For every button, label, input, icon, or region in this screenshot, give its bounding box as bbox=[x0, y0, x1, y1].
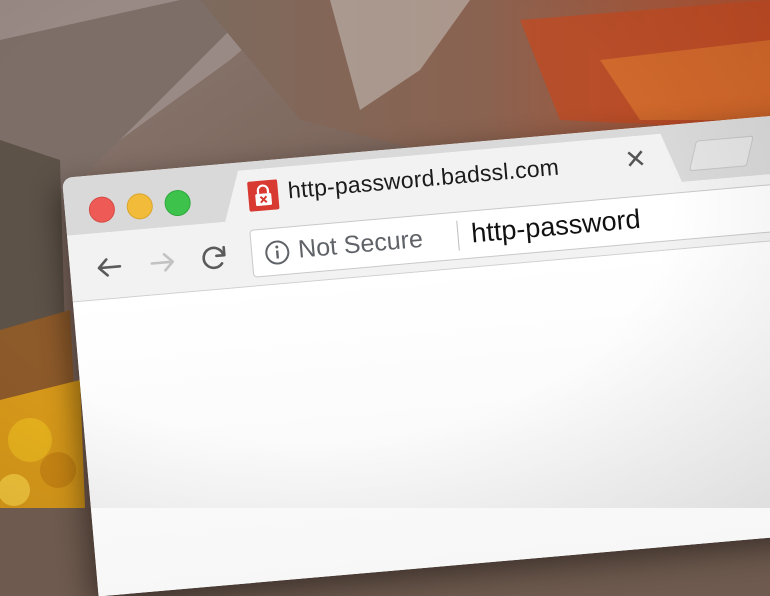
security-status-label[interactable]: Not Secure bbox=[297, 225, 424, 265]
close-icon[interactable]: ✕ bbox=[624, 145, 648, 173]
reload-icon[interactable] bbox=[198, 242, 231, 275]
window-close-button[interactable] bbox=[87, 195, 116, 224]
info-icon[interactable] bbox=[263, 238, 291, 266]
omnibox-divider bbox=[456, 220, 460, 251]
lock-warning-icon bbox=[247, 179, 280, 212]
window-zoom-button[interactable] bbox=[163, 188, 192, 218]
url-text[interactable]: http-password bbox=[470, 204, 642, 250]
window-minimize-button[interactable] bbox=[125, 192, 154, 221]
new-tab-button[interactable] bbox=[688, 135, 754, 172]
browser-window: http-password.badssl.com ✕ Not Secure ht… bbox=[62, 111, 770, 596]
arrow-left-icon[interactable] bbox=[93, 251, 126, 284]
arrow-right-icon[interactable] bbox=[147, 246, 180, 279]
